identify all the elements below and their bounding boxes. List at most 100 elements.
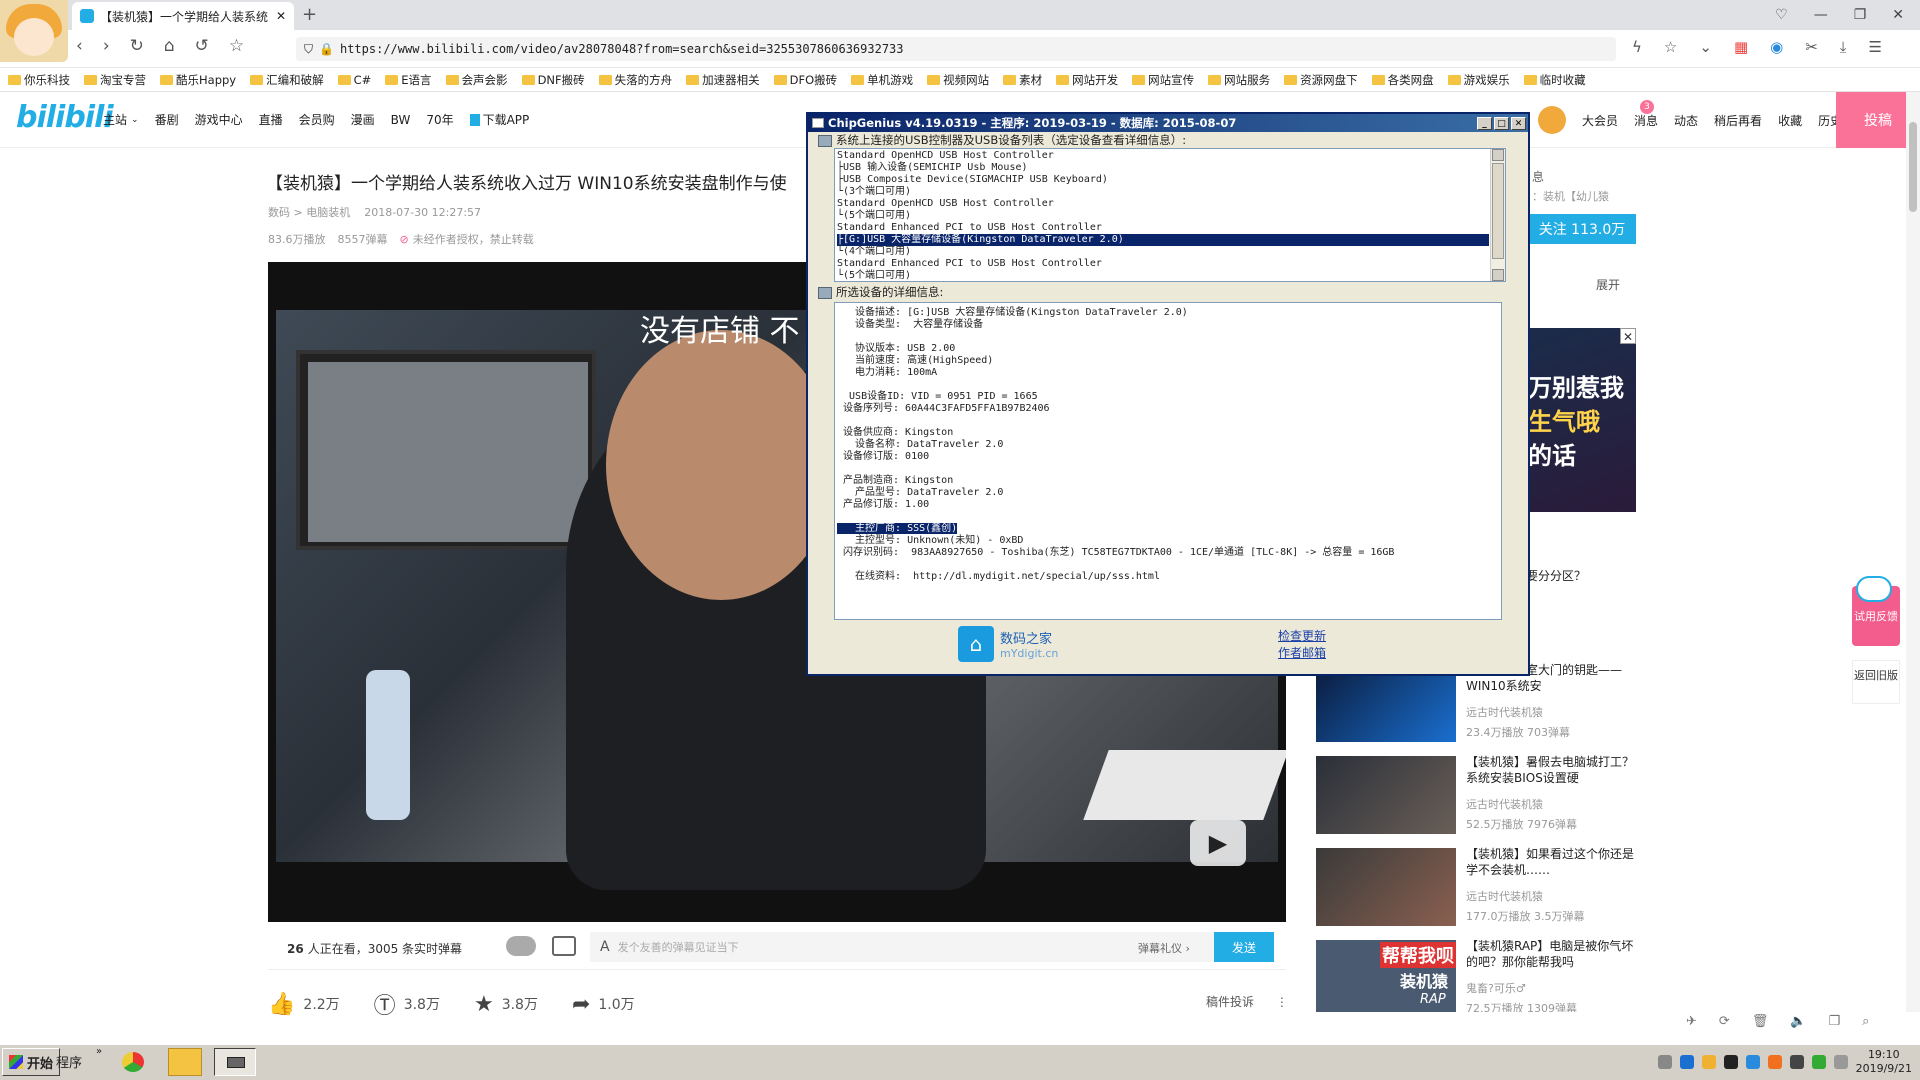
bookmark-folder[interactable]: 各类网盘	[1371, 72, 1434, 88]
favorite-button[interactable]: ★ 3.8万	[474, 992, 538, 1017]
rec-uploader[interactable]: 远古时代装机猿	[1466, 796, 1644, 812]
coin-button[interactable]: Ⓣ 3.8万	[374, 988, 440, 1020]
nav-item[interactable]: 主站	[103, 111, 127, 128]
nav-item[interactable]: 直播	[259, 111, 283, 128]
danmaku-input[interactable]: A 发个友善的弹幕见证当下	[590, 932, 1214, 962]
home-icon[interactable]: ⌂	[164, 36, 175, 56]
bookmark-folder[interactable]: 网站宣传	[1132, 72, 1194, 88]
nav-item[interactable]: 番剧	[155, 111, 179, 128]
quick-launch-label[interactable]: 程序	[56, 1052, 82, 1071]
nav-item[interactable]: 漫画	[351, 111, 375, 128]
rec-uploader[interactable]: 远古时代装机猿	[1466, 704, 1644, 720]
url-field[interactable]: ⛉ 🔒 https://www.bilibili.com/video/av280…	[296, 37, 1616, 61]
dropdown-icon[interactable]: ⌄	[1699, 38, 1712, 56]
nav-item[interactable]: 会员购	[299, 111, 335, 128]
restore-icon[interactable]: ❐	[1854, 7, 1867, 23]
undo-icon[interactable]: ↺	[195, 36, 209, 56]
rec-uploader[interactable]: 鬼畜?可乐♂	[1466, 980, 1644, 996]
keyboard-icon[interactable]	[1657, 1055, 1672, 1069]
video-category[interactable]: 数码 > 电脑装机	[268, 204, 350, 220]
device-list-item[interactable]: ├USB 输入设备(SEMICHIP Usb Mouse)	[837, 162, 1489, 174]
rec-title[interactable]: 【装机猿RAP】电脑是被你气坏的吧？那你能帮我吗	[1466, 940, 1644, 970]
device-list[interactable]: Standard OpenHCD USB Host Controller ├USB…	[834, 148, 1506, 282]
mydigit-logo[interactable]: ⌂ 数码之家 mYdigit.cn	[958, 626, 1058, 662]
bookmark-folder[interactable]: DNF搬砖	[521, 72, 585, 88]
rec-thumbnail[interactable]: 帮帮我呗 装机猿 RAP	[1316, 940, 1456, 1012]
app-tray-icon[interactable]	[1723, 1055, 1738, 1069]
minimize-icon[interactable]: _	[1477, 116, 1492, 130]
bookmark-star-icon[interactable]: ☆	[229, 36, 244, 56]
bookmark-folder[interactable]: E语言	[385, 72, 432, 88]
security-icon[interactable]	[1701, 1055, 1716, 1069]
rec-title[interactable]: 【装机猿】如果看过这个你还是学不会装机……	[1466, 846, 1644, 878]
page-scrollbar[interactable]	[1906, 92, 1920, 1012]
ad-banner[interactable]: 万别惹我 生气哦 的话	[1528, 328, 1636, 512]
author-email-link[interactable]: 作者邮箱	[1278, 645, 1326, 662]
device-detail-panel[interactable]: 设备描述: [G:]USB 大容量存储设备(Kingston DataTrave…	[834, 302, 1502, 620]
bookmark-folder[interactable]: 临时收藏	[1523, 72, 1586, 88]
expand-link[interactable]: 展开	[1596, 276, 1620, 293]
nav-item[interactable]: 70年	[426, 111, 453, 128]
browser-tab-active[interactable]: 【装机猿】一个学期给人装系统 ✕	[72, 2, 294, 30]
device-list-item[interactable]: └(3个端口可用)	[837, 186, 1489, 198]
bookmark-folder[interactable]: 失落的方舟	[598, 72, 672, 88]
rocket-icon[interactable]: ✈	[1686, 1014, 1697, 1029]
device-list-item[interactable]: Standard OpenHCD USB Host Controller	[837, 150, 1489, 162]
update-icon[interactable]	[1767, 1055, 1782, 1069]
dynamics-link[interactable]: 动态	[1674, 112, 1698, 129]
bookmark-folder[interactable]: 资源网盘下	[1284, 72, 1358, 88]
gpu-icon[interactable]	[1789, 1055, 1804, 1069]
bookmark-folder[interactable]: 会声会影	[445, 72, 508, 88]
favorite-icon[interactable]: ☆	[1664, 38, 1677, 56]
minimize-icon[interactable]: —	[1814, 7, 1828, 23]
danmaku-toggle[interactable]	[506, 936, 536, 956]
start-button[interactable]: 开始	[2, 1048, 61, 1076]
report-link[interactable]: 稿件投诉 ⋮	[1206, 993, 1288, 1010]
browser-taskbar-icon[interactable]	[116, 1046, 150, 1078]
network-icon[interactable]	[1745, 1055, 1760, 1069]
scissors-icon[interactable]: ✂	[1805, 38, 1818, 56]
chipgenius-titlebar[interactable]: ChipGenius v4.19.0319 - 主程序: 2019-03-19 …	[808, 114, 1528, 132]
like-button[interactable]: 👍 2.2万	[268, 992, 340, 1017]
vip-link[interactable]: 大会员	[1582, 112, 1618, 129]
rec-thumbnail[interactable]	[1316, 848, 1456, 926]
translate-icon[interactable]: ◉	[1770, 38, 1783, 56]
antivirus-icon[interactable]	[1811, 1055, 1826, 1069]
download-app-link[interactable]: 下载APP	[469, 111, 529, 128]
bookmark-folder[interactable]: 视频网站	[927, 72, 989, 88]
nav-item[interactable]: BW	[391, 113, 411, 127]
back-icon[interactable]: ‹	[76, 36, 83, 56]
window-icon[interactable]: ❐	[1829, 1014, 1841, 1029]
rec-title[interactable]: 【装机猿】暑假去电脑城打工？系统安装BIOS设置硬	[1466, 754, 1644, 786]
device-list-item[interactable]: ├[G:]USB 大容量存储设备(Kingston DataTraveler 2…	[837, 234, 1489, 246]
rec-uploader[interactable]: 远古时代装机猿	[1466, 888, 1644, 904]
bookmark-folder[interactable]: 网站开发	[1056, 72, 1118, 88]
maximize-icon[interactable]: □	[1494, 116, 1509, 130]
apps-icon[interactable]: ▦	[1734, 38, 1748, 56]
bookmark-folder[interactable]: 游戏娱乐	[1447, 72, 1510, 88]
bookmark-folder[interactable]: 你乐科技	[8, 72, 70, 88]
reload-icon[interactable]: ↻	[130, 36, 144, 56]
favorites-link[interactable]: 收藏	[1778, 112, 1802, 129]
back-to-old-version-button[interactable]: 返回旧版	[1852, 660, 1900, 704]
send-danmaku-button[interactable]: 发送	[1214, 932, 1274, 962]
close-icon[interactable]: ✕	[1511, 116, 1526, 130]
rec-item[interactable]: 帮帮我呗 装机猿 RAP 【装机猿RAP】电脑是被你气坏的吧？那你能帮我吗鬼畜?…	[1316, 940, 1646, 1012]
user-avatar[interactable]	[0, 0, 68, 62]
bookmark-folder[interactable]: C#	[337, 73, 371, 87]
close-ad-icon[interactable]: ✕	[1620, 328, 1636, 344]
play-icon[interactable]: ▶	[1190, 820, 1246, 866]
bookmark-folder[interactable]: 素材	[1003, 72, 1042, 88]
folder-taskbar-icon[interactable]	[168, 1048, 202, 1076]
device-list-scrollbar[interactable]	[1490, 149, 1505, 281]
more-icon[interactable]: ⋮	[1276, 995, 1288, 1009]
skin-icon[interactable]: ♡	[1775, 7, 1788, 23]
clock[interactable]: 19:10 2019/9/21	[1856, 1048, 1912, 1076]
menu-icon[interactable]: ☰	[1868, 38, 1881, 56]
device-list-item[interactable]: └(4个端口可用)	[837, 246, 1489, 258]
bookmark-folder[interactable]: 酷乐Happy	[160, 72, 236, 88]
bili-avatar[interactable]	[1538, 106, 1566, 134]
download-icon[interactable]: ⤓	[1840, 38, 1847, 56]
device-list-item[interactable]: Standard Enhanced PCI to USB Host Contro…	[837, 222, 1489, 234]
volume-tray-icon[interactable]	[1833, 1055, 1848, 1069]
